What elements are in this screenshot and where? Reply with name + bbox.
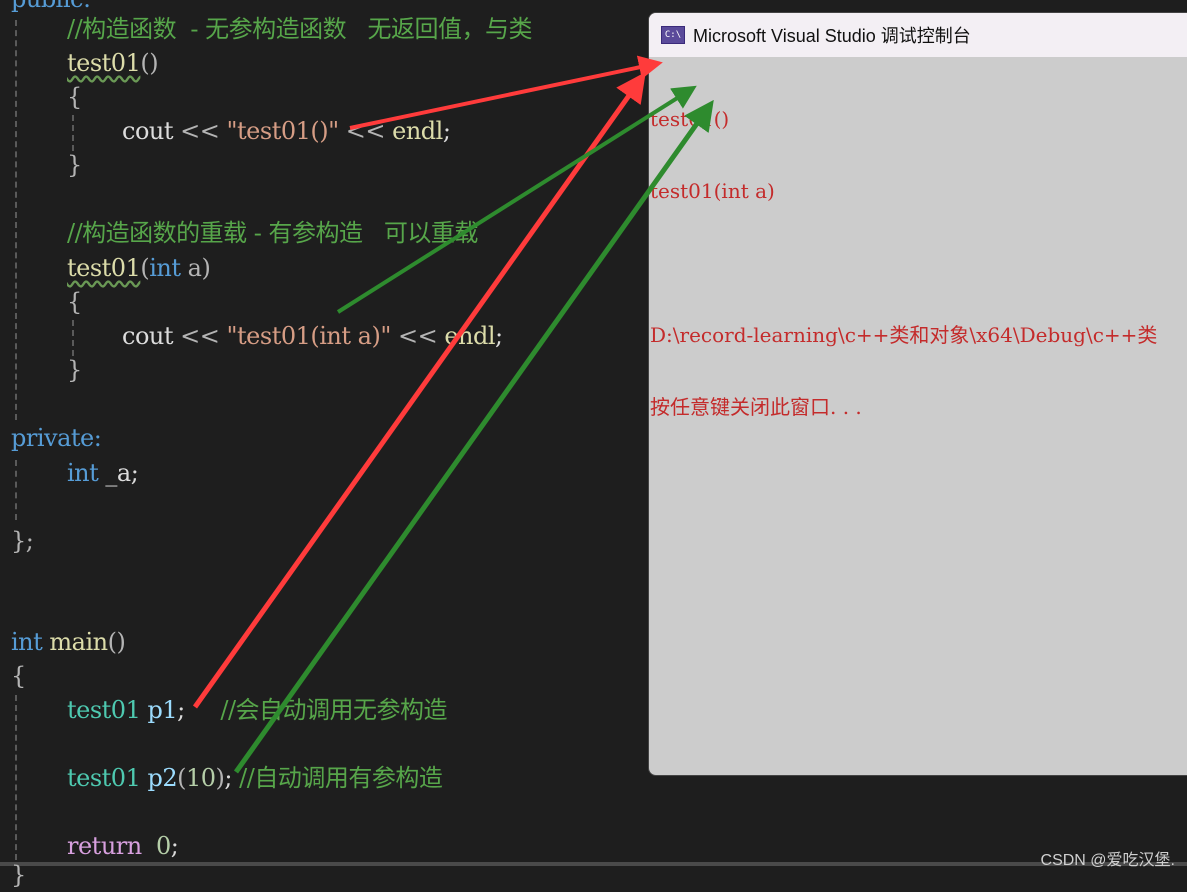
csdn-watermark: CSDN @爱吃汉堡.: [1040, 852, 1175, 869]
semicolon: ;: [177, 696, 185, 724]
constructor-name: test01: [67, 254, 141, 282]
brace-close: }: [67, 356, 82, 384]
comment: //构造函数 - 无参构造函数 无返回值，与类: [67, 15, 533, 43]
comment: //自动调用有参构造: [232, 764, 443, 792]
code-line-brace: {: [67, 80, 82, 114]
console-titlebar[interactable]: C:\ Microsoft Visual Studio 调试控制台: [649, 13, 1187, 57]
console-output-line: 按任意键关闭此窗口. . .: [650, 395, 862, 419]
comment: //会自动调用无参构造: [184, 696, 448, 724]
indent-guide: [15, 20, 17, 420]
brace-close: }: [67, 151, 82, 179]
console-output-line: test01(int a): [650, 179, 775, 203]
code-line-ctor2: test01(int a): [67, 251, 211, 285]
brace-close: }: [11, 861, 26, 889]
code-line-brace: }: [11, 858, 26, 892]
keyword-int: int: [67, 459, 99, 487]
string-literal: "test01()": [226, 117, 339, 145]
horizontal-scrollbar[interactable]: [0, 862, 1187, 866]
number: 0: [141, 832, 171, 860]
console-app-icon: C:\: [661, 26, 685, 44]
indent-guide: [72, 115, 74, 151]
endl: endl: [392, 117, 443, 145]
semicolon: ;: [224, 764, 233, 792]
indent-guide: [15, 695, 17, 860]
keyword-int: int: [11, 628, 43, 656]
param: a: [180, 254, 202, 282]
console-output-line: test01(): [650, 107, 730, 131]
keyword-int: int: [149, 254, 181, 282]
paren: (: [177, 764, 186, 792]
semicolon: ;: [442, 117, 451, 145]
type-name: test01: [67, 696, 141, 724]
member-name: _a;: [98, 459, 139, 487]
keyword-return: return: [67, 832, 142, 860]
code-line-brace: }: [67, 353, 82, 387]
parens: (): [140, 49, 159, 77]
comment: //构造函数的重载 - 有参构造 可以重载: [67, 219, 478, 247]
code-line-cout1: cout << "test01()" << endl;: [122, 114, 451, 148]
class-end: };: [11, 527, 34, 555]
brace-open: {: [67, 83, 82, 111]
string-literal: "test01(int a)": [226, 322, 391, 350]
keyword-private: private:: [11, 424, 102, 452]
cout: cout: [122, 117, 174, 145]
brace-open: {: [11, 662, 26, 690]
operator: <<: [390, 322, 445, 350]
console-title: Microsoft Visual Studio 调试控制台: [693, 26, 971, 46]
cout: cout: [122, 322, 174, 350]
indent-guide: [15, 460, 17, 520]
parens: (): [107, 628, 126, 656]
code-line-cout2: cout << "test01(int a)" << endl;: [122, 319, 503, 353]
code-line-p1: test01 p1; //会自动调用无参构造: [67, 693, 448, 727]
operator: <<: [173, 322, 227, 350]
constructor-name: test01: [67, 49, 141, 77]
code-line-class-end: };: [11, 524, 34, 558]
code-line-brace: {: [67, 285, 82, 319]
function-main: main: [42, 628, 108, 656]
type-name: test01: [67, 764, 141, 792]
variable-p2: p2: [140, 764, 178, 792]
semicolon: ;: [495, 322, 503, 350]
code-line-private: private:: [11, 421, 102, 455]
code-line-return: return 0;: [67, 829, 179, 863]
brace-open: {: [67, 288, 82, 316]
code-line-main: int main(): [11, 625, 126, 659]
semicolon: ;: [170, 832, 179, 860]
code-line-p2: test01 p2(10); //自动调用有参构造: [67, 761, 443, 795]
console-output-line: D:\record-learning\c++类和对象\x64\Debug\c++…: [650, 323, 1158, 347]
code-line-brace: {: [11, 659, 26, 693]
indent-guide: [72, 320, 74, 356]
code-line-ctor1: test01(): [67, 46, 159, 80]
variable-p1: p1: [140, 696, 178, 724]
code-line-member: int _a;: [67, 456, 139, 490]
code-line-brace: }: [67, 148, 82, 182]
debug-console-window[interactable]: C:\ Microsoft Visual Studio 调试控制台 test01…: [648, 12, 1187, 776]
paren: (: [140, 254, 150, 282]
operator: <<: [338, 117, 393, 145]
console-output: test01() test01(int a) D:\record-learnin…: [649, 57, 1187, 467]
operator: <<: [173, 117, 227, 145]
code-line-comment1: //构造函数 - 无参构造函数 无返回值，与类: [67, 12, 533, 46]
endl: endl: [444, 322, 496, 350]
paren: ): [201, 254, 211, 282]
number: 10: [186, 764, 216, 792]
code-line-comment2: //构造函数的重载 - 有参构造 可以重载: [67, 216, 478, 250]
